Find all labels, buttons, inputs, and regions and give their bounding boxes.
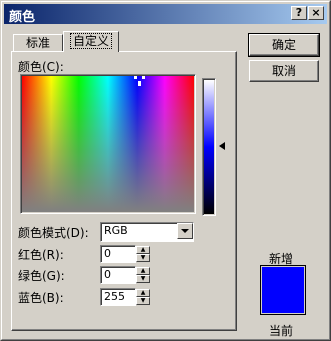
blue-label: 蓝色(B): bbox=[18, 291, 64, 305]
color-model-select[interactable]: RGB bbox=[100, 222, 194, 242]
custom-panel: 颜色(C): 颜色模式(D): RGB 红色(R): 0 ▲ ▼ 绿色(G): … bbox=[11, 51, 237, 331]
tab-custom-label: 自定义 bbox=[69, 33, 112, 49]
crosshair-marker bbox=[134, 76, 137, 79]
color-dialog: 颜色 ? × 标准 自定义 颜色(C): 颜色模式(D): RGB 红色(R):… bbox=[0, 0, 331, 341]
blue-stepper[interactable]: ▲ ▼ bbox=[136, 289, 150, 305]
spin-up-icon[interactable]: ▲ bbox=[136, 289, 150, 297]
help-button[interactable]: ? bbox=[291, 6, 307, 20]
blue-value: 255 bbox=[104, 290, 125, 303]
red-label: 红色(R): bbox=[18, 248, 64, 262]
close-button[interactable]: × bbox=[308, 6, 324, 20]
cancel-button[interactable]: 取消 bbox=[249, 60, 319, 82]
luminance-arrow-icon[interactable] bbox=[219, 142, 225, 150]
spin-up-icon[interactable]: ▲ bbox=[136, 267, 150, 275]
red-value: 0 bbox=[104, 247, 111, 260]
new-color-swatch bbox=[260, 265, 306, 315]
current-color-label: 当前 bbox=[269, 324, 294, 338]
color-model-value: RGB bbox=[104, 224, 128, 237]
tab-standard[interactable]: 标准 bbox=[13, 34, 63, 52]
tab-standard-label: 标准 bbox=[25, 36, 50, 50]
red-input[interactable]: 0 bbox=[100, 245, 136, 263]
spin-down-icon[interactable]: ▼ bbox=[136, 297, 150, 305]
spin-down-icon[interactable]: ▼ bbox=[136, 254, 150, 262]
tab-custom[interactable]: 自定义 bbox=[63, 31, 119, 52]
green-label: 绿色(G): bbox=[18, 269, 65, 283]
title-bar[interactable]: 颜色 ? × bbox=[4, 4, 327, 25]
window-title: 颜色 bbox=[9, 10, 36, 25]
color-model-label: 颜色模式(D): bbox=[18, 226, 89, 240]
red-stepper[interactable]: ▲ ▼ bbox=[136, 246, 150, 262]
luminance-slider[interactable] bbox=[202, 78, 216, 216]
spin-down-icon[interactable]: ▼ bbox=[136, 275, 150, 283]
spectrum-gradient[interactable] bbox=[22, 76, 194, 212]
luminance-gradient[interactable] bbox=[204, 80, 214, 214]
spin-up-icon[interactable]: ▲ bbox=[136, 246, 150, 254]
green-stepper[interactable]: ▲ ▼ bbox=[136, 267, 150, 283]
chevron-down-icon[interactable] bbox=[177, 223, 193, 239]
colors-label: 颜色(C): bbox=[18, 60, 64, 74]
crosshair-marker bbox=[138, 81, 141, 86]
crosshair-marker bbox=[142, 76, 145, 79]
ok-button[interactable]: 确定 bbox=[248, 33, 320, 57]
green-value: 0 bbox=[104, 268, 111, 281]
green-input[interactable]: 0 bbox=[100, 266, 136, 284]
blue-input[interactable]: 255 bbox=[100, 288, 136, 306]
color-spectrum[interactable] bbox=[20, 74, 196, 214]
